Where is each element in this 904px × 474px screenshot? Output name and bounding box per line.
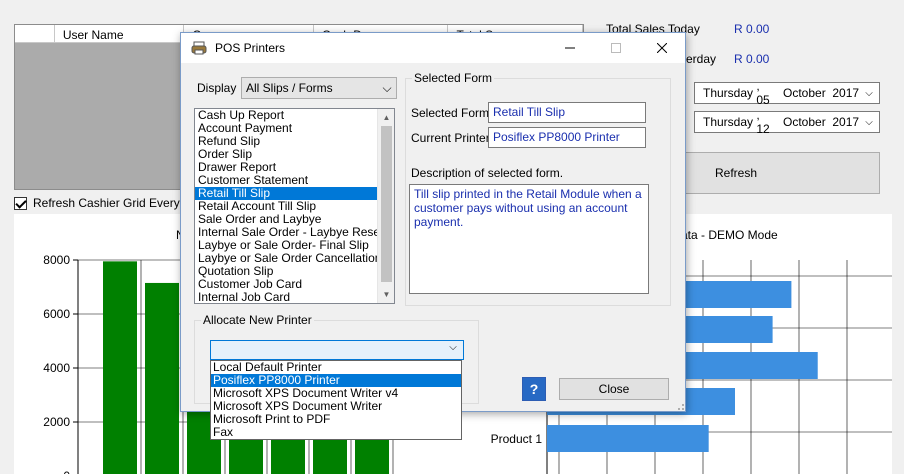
printer-app-icon	[191, 40, 207, 56]
selected-form-label: Selected Form	[411, 106, 490, 120]
chevron-down-icon[interactable]: ⌵	[445, 342, 461, 353]
display-select-value: All Slips / Forms	[246, 81, 333, 95]
current-printer-label: Current Printer	[411, 131, 490, 145]
maximize-icon	[611, 43, 621, 53]
category-label: Product 1	[491, 432, 543, 446]
y-tick-label: 4000	[43, 361, 70, 375]
pos-printers-dialog: POS Printers Display All Slips / Forms ⌵…	[180, 32, 686, 412]
dialog-titlebar[interactable]: POS Printers	[181, 33, 685, 63]
date-to-month: October	[783, 115, 826, 129]
printer-dropdown-list[interactable]: Local Default Printer Posiflex PP8000 Pri…	[210, 360, 462, 440]
form-list-scrollbar[interactable]: ▲ ▼	[377, 109, 394, 303]
date-to-date: , 12	[756, 108, 770, 136]
chevron-down-icon[interactable]: ⌵	[378, 81, 396, 96]
display-select[interactable]: All Slips / Forms ⌵	[241, 77, 397, 99]
printer-select[interactable]: ⌵	[210, 340, 464, 360]
maximize-button[interactable]	[593, 33, 639, 63]
bar	[547, 425, 709, 452]
date-to-picker[interactable]: Thursday , 12 October 2017 ⌵	[694, 108, 880, 136]
allocate-printer-group-title: Allocate New Printer	[201, 313, 314, 327]
minimize-icon	[565, 47, 575, 49]
printer-option[interactable]: Fax	[211, 426, 461, 439]
date-from-month: October	[783, 86, 826, 100]
refresh-grid-checkbox[interactable]: Refresh Cashier Grid Every 60 S	[14, 196, 208, 210]
form-list[interactable]: Cash Up Report Account Payment Refund Slip…	[194, 108, 395, 304]
y-tick-label: 2000	[43, 415, 70, 429]
y-tick-label: 8000	[43, 253, 70, 267]
date-to-day: Thursday	[703, 115, 754, 129]
resize-grip-icon[interactable]	[673, 399, 685, 411]
y-tick-label: 6000	[43, 307, 70, 321]
chevron-down-icon[interactable]: ⌵	[859, 117, 879, 128]
printer-option[interactable]: Microsoft Print to PDF	[211, 413, 461, 426]
y-tick-label: 0	[63, 469, 70, 474]
scroll-thumb[interactable]	[381, 126, 392, 282]
close-icon	[657, 43, 667, 53]
dialog-title: POS Printers	[215, 41, 286, 55]
scroll-up-icon[interactable]: ▲	[378, 109, 394, 126]
grid-corner	[15, 25, 55, 42]
chevron-down-icon[interactable]: ⌵	[859, 88, 879, 99]
close-window-button[interactable]	[639, 33, 685, 63]
help-button[interactable]: ?	[522, 377, 546, 401]
right-chart-title: ata - DEMO Mode	[681, 228, 778, 242]
minimize-button[interactable]	[547, 33, 593, 63]
form-list-items: Cash Up Report Account Payment Refund Slip…	[195, 109, 394, 304]
close-button[interactable]: Close	[559, 378, 669, 400]
selected-form-group-title: Selected Form	[412, 71, 495, 85]
date-to-year: 2017	[832, 115, 860, 129]
description-label: Description of selected form.	[411, 166, 564, 180]
yesterday-sales-label: erday	[686, 52, 717, 66]
form-list-item[interactable]: Internal Job Card	[195, 291, 394, 304]
date-from-picker[interactable]: Thursday , 05 October 2017 ⌵	[694, 79, 880, 107]
current-printer-field[interactable]: Posiflex PP8000 Printer	[488, 127, 646, 148]
date-from-day: Thursday	[703, 86, 754, 100]
selected-form-field[interactable]: Retail Till Slip	[488, 102, 646, 123]
total-sales-today-value: R 0.00	[734, 22, 770, 36]
date-from-year: 2017	[832, 86, 860, 100]
bar	[145, 282, 179, 474]
bar	[103, 261, 137, 474]
display-label: Display	[197, 81, 237, 95]
yesterday-sales-value: R 0.00	[734, 52, 770, 66]
scroll-down-icon[interactable]: ▼	[378, 286, 394, 303]
column-header-user-name[interactable]: User Name	[55, 25, 185, 42]
toolbar-strip	[0, 0, 904, 6]
description-field[interactable]: Till slip printed in the Retail Module w…	[409, 184, 649, 294]
date-from-date: , 05	[756, 79, 770, 107]
checkbox-checked-icon[interactable]	[14, 196, 27, 210]
